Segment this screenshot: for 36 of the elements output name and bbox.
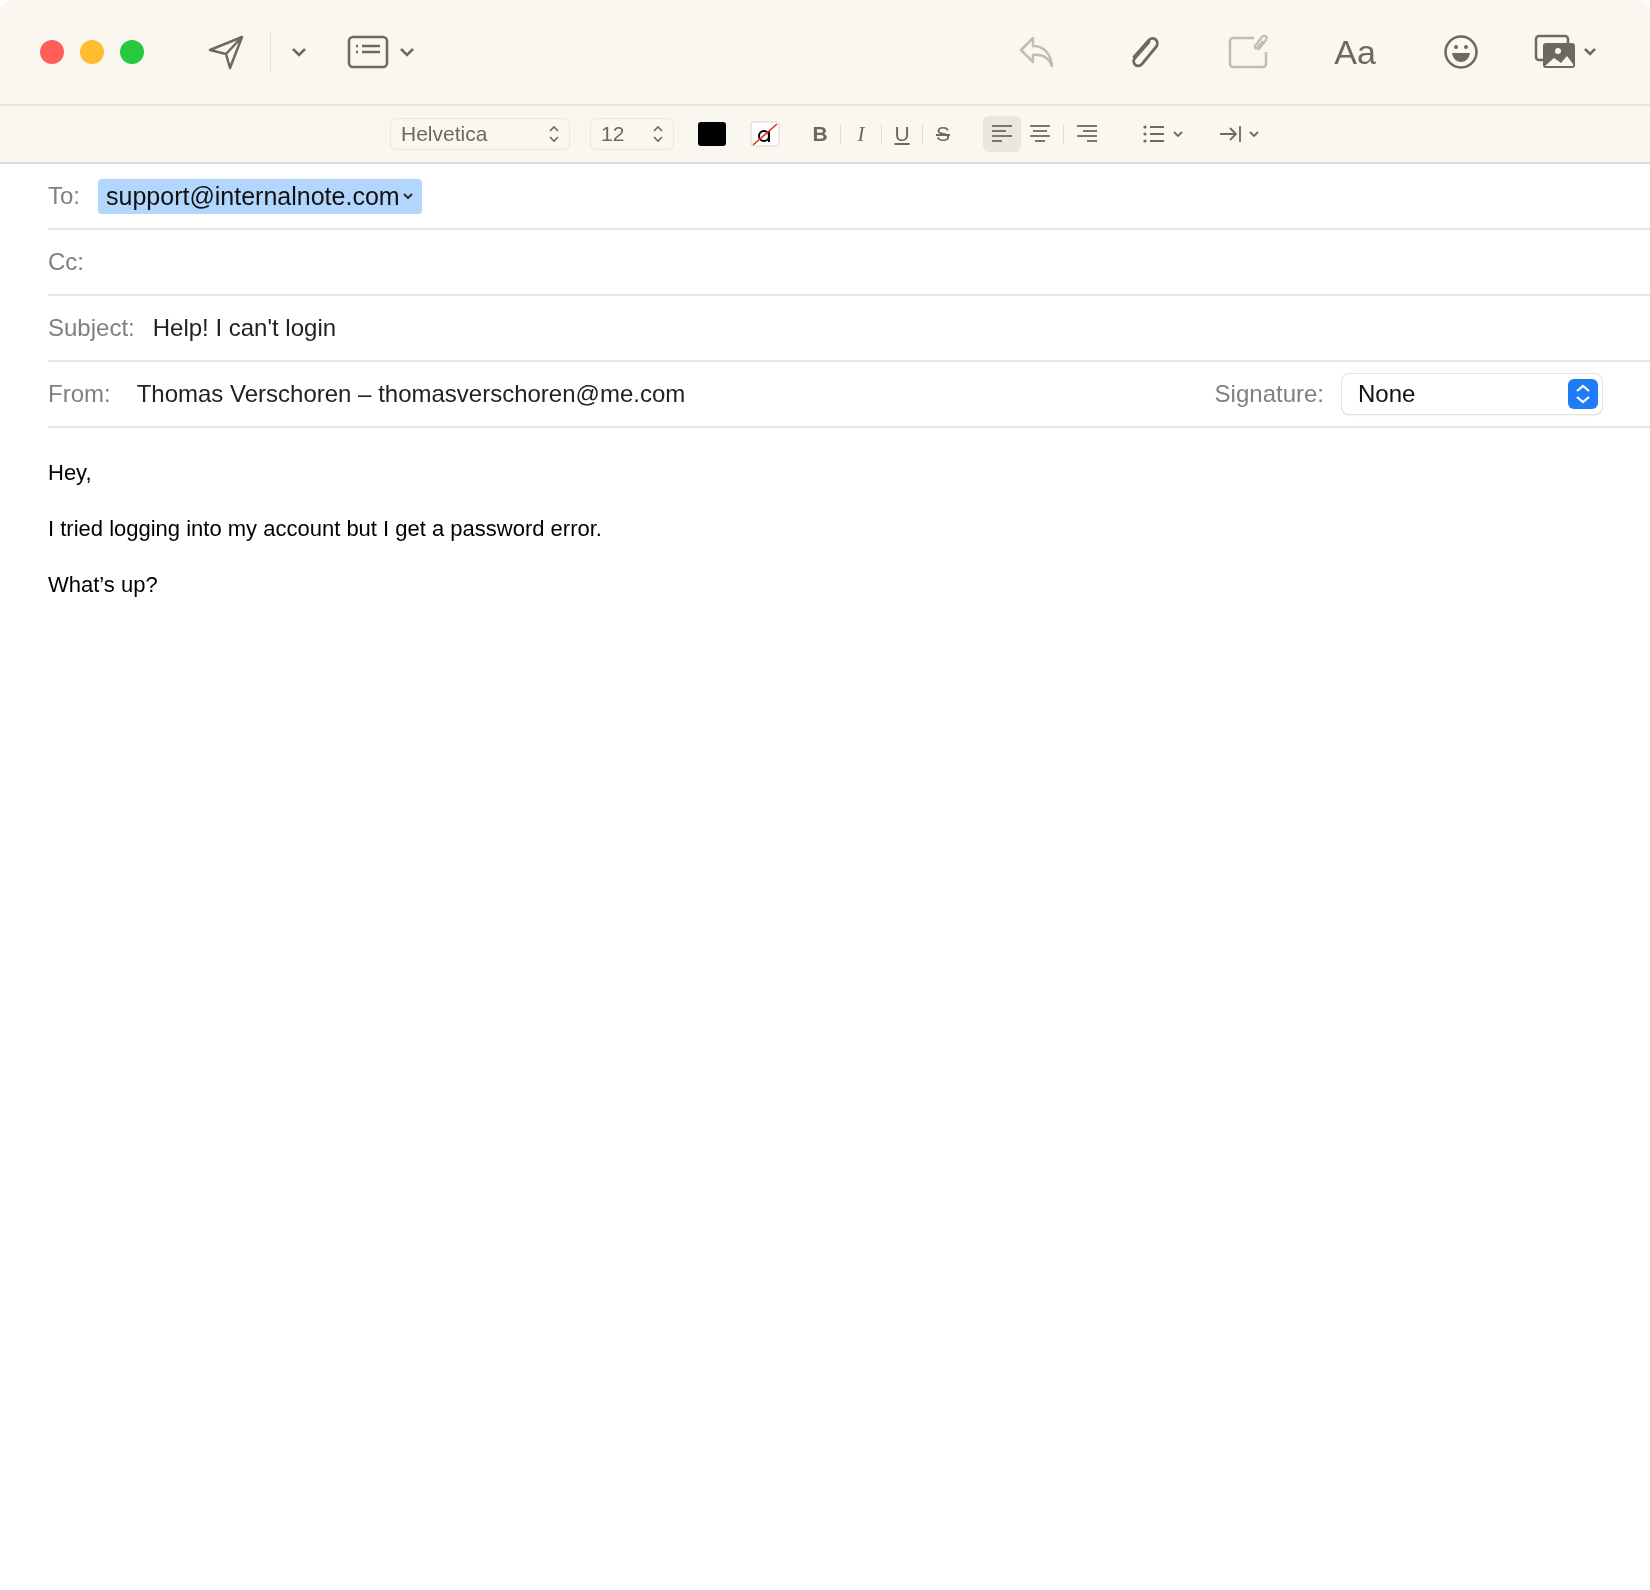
underline-button[interactable]: U	[886, 122, 918, 146]
align-right-icon	[1076, 124, 1098, 144]
stepper-icon	[549, 125, 559, 143]
chevron-down-icon[interactable]	[291, 47, 307, 57]
cc-label: Cc:	[48, 248, 84, 276]
align-left-button[interactable]	[983, 116, 1021, 152]
signature-label: Signature:	[1214, 380, 1324, 408]
stepper-icon	[653, 125, 663, 143]
recipient-token[interactable]: support@internalnote.com	[98, 178, 422, 214]
font-size-select[interactable]: 12	[590, 118, 674, 150]
close-button[interactable]	[40, 40, 64, 64]
indent-icon[interactable]	[1218, 124, 1262, 144]
align-center-icon	[1029, 124, 1051, 144]
emoji-icon[interactable]	[1443, 34, 1479, 70]
text-color-swatch[interactable]	[698, 122, 726, 146]
align-left-icon	[991, 124, 1013, 144]
signature-select[interactable]: None	[1342, 374, 1602, 414]
subject-label: Subject:	[48, 314, 135, 342]
body-paragraph: What’s up?	[48, 571, 159, 599]
from-label: From:	[48, 380, 111, 408]
subject-field[interactable]: Help! I can't login	[152, 314, 337, 342]
chevron-down-icon[interactable]	[399, 47, 415, 57]
list-icon[interactable]	[1142, 124, 1186, 144]
from-field[interactable]: Thomas Verschoren – thomasverschoren@me.com	[136, 380, 686, 408]
strike-button[interactable]: S	[927, 122, 959, 146]
chevron-down-icon	[401, 192, 414, 200]
font-select[interactable]: Helvetica	[390, 118, 570, 150]
header-fields-icon[interactable]	[347, 35, 389, 69]
stepper-icon	[1568, 379, 1598, 409]
fonts-button[interactable]: Aa	[1334, 32, 1376, 72]
highlight-color-icon[interactable]	[750, 121, 780, 147]
bold-button[interactable]: B	[804, 122, 836, 146]
italic-button[interactable]: I	[845, 121, 877, 147]
body-paragraph: I tried logging into my account but I get a password error.	[48, 515, 603, 543]
to-label: To:	[48, 182, 80, 210]
body-paragraph: Hey,	[48, 459, 93, 487]
